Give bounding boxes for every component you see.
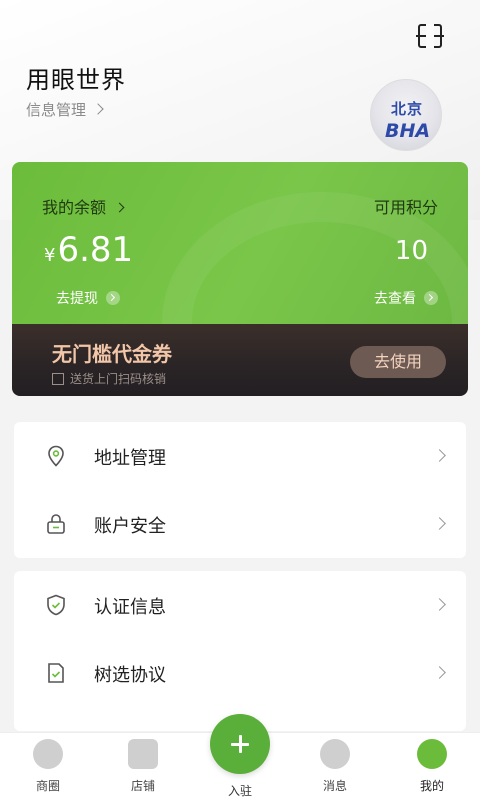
chevron-right-icon <box>433 666 446 679</box>
tab-messages[interactable]: 消息 <box>305 739 365 794</box>
message-icon <box>320 739 350 769</box>
wallet-card: 我的余额 可用积分 ¥6.81 10 去提现 去查看 无门槛代金券 送货上门扫码… <box>12 162 468 396</box>
avatar-text-1: 北京 <box>391 100 424 118</box>
username: 用眼世界 <box>26 66 126 94</box>
chevron-right-icon <box>114 202 125 213</box>
menu-item-label: 树选协议 <box>94 665 166 686</box>
chevron-right-icon <box>433 517 446 530</box>
qr-code-icon <box>52 373 64 385</box>
tab-label: 店铺 <box>130 779 155 793</box>
settings-card-1: 地址管理 账户安全 <box>14 422 466 558</box>
chevron-circle-icon <box>424 291 438 305</box>
avatar[interactable]: 北京 BHA <box>370 79 442 151</box>
tab-label: 消息 <box>322 779 347 793</box>
menu-item-address[interactable]: 地址管理 <box>14 422 466 490</box>
avatar-text-2: BHA <box>385 120 431 142</box>
balance-value: 6.81 <box>57 230 134 270</box>
withdraw-label: 去提现 <box>56 291 98 307</box>
balance-label: 我的余额 <box>42 198 107 217</box>
currency-symbol: ¥ <box>44 245 56 266</box>
profile-face-icon <box>417 739 447 769</box>
view-points-label: 去查看 <box>374 291 416 307</box>
compass-icon <box>33 739 63 769</box>
menu-item-label: 地址管理 <box>94 448 166 469</box>
use-coupon-button[interactable]: 去使用 <box>350 346 446 378</box>
document-check-icon <box>48 663 64 683</box>
coupon-subtitle: 送货上门扫码核销 <box>70 372 167 386</box>
withdraw-link[interactable]: 去提现 <box>56 288 120 308</box>
join-plus-button[interactable] <box>210 714 270 774</box>
balance-label-link[interactable]: 我的余额 <box>42 194 125 218</box>
info-management-label: 信息管理 <box>26 101 87 119</box>
location-icon <box>48 445 64 467</box>
menu-item-label: 账户安全 <box>94 516 166 537</box>
lock-icon <box>47 514 65 534</box>
chevron-right-icon <box>92 103 104 115</box>
points-value: 10 <box>394 236 428 266</box>
menu-item-account-security[interactable]: 账户安全 <box>14 490 466 558</box>
menu-item-label: 认证信息 <box>94 597 166 618</box>
join-label: 入驻 <box>227 784 252 798</box>
chevron-circle-icon <box>106 291 120 305</box>
tab-business-circle[interactable]: 商圈 <box>18 739 78 794</box>
tab-mine[interactable]: 我的 <box>402 739 462 794</box>
tab-label: 商圈 <box>35 779 60 793</box>
settings-card-2: 认证信息 树选协议 <box>14 571 466 731</box>
shield-check-icon <box>47 594 65 616</box>
menu-item-agreement[interactable]: 树选协议 <box>14 639 466 707</box>
store-icon <box>128 739 158 769</box>
menu-item-certification[interactable]: 认证信息 <box>14 571 466 639</box>
tab-store[interactable]: 店铺 <box>113 739 173 794</box>
coupon-subtitle-row: 送货上门扫码核销 <box>52 370 166 387</box>
coupon-title: 无门槛代金券 <box>52 342 172 366</box>
coupon-banner: 无门槛代金券 送货上门扫码核销 去使用 <box>12 324 468 396</box>
chevron-right-icon <box>433 449 446 462</box>
tab-label: 我的 <box>419 779 444 793</box>
wallet-balance-panel: 我的余额 可用积分 ¥6.81 10 去提现 去查看 <box>12 162 468 396</box>
chevron-right-icon <box>433 598 446 611</box>
points-label: 可用积分 <box>373 198 438 217</box>
info-management-link[interactable]: 信息管理 <box>26 99 104 120</box>
scan-icon-gap <box>426 24 434 48</box>
view-points-link[interactable]: 去查看 <box>374 288 438 308</box>
balance-amount: ¥6.81 <box>44 230 133 270</box>
